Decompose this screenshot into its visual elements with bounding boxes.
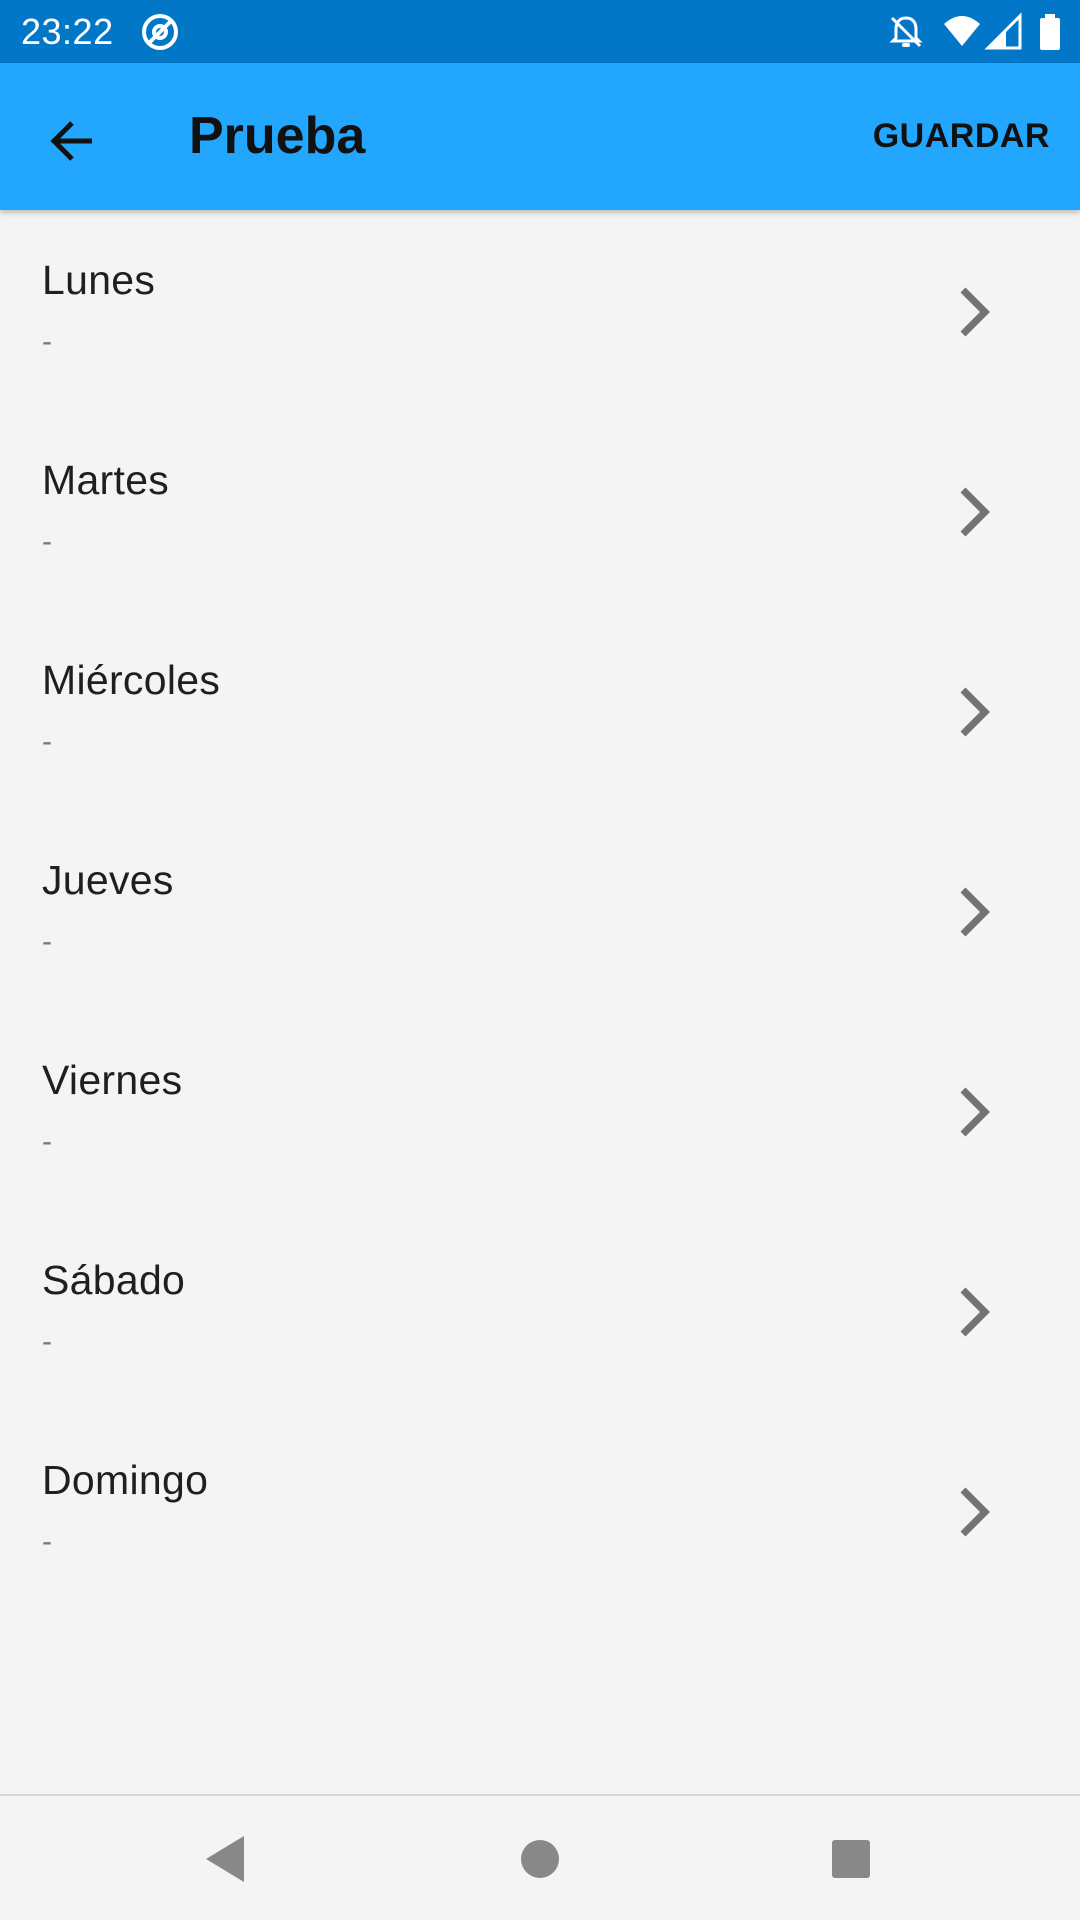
list-item-domingo[interactable]: Domingo - xyxy=(0,1410,1080,1610)
list-item-miercoles[interactable]: Miércoles - xyxy=(0,610,1080,810)
list-item-martes[interactable]: Martes - xyxy=(0,410,1080,610)
chevron-right-icon xyxy=(960,1487,990,1537)
list-item-lunes[interactable]: Lunes - xyxy=(0,210,1080,410)
day-name: Viernes xyxy=(42,1057,183,1103)
day-value: - xyxy=(42,325,52,358)
chevron-right-icon xyxy=(960,287,990,337)
list-item-jueves[interactable]: Jueves - xyxy=(0,810,1080,1010)
day-value: - xyxy=(42,1525,52,1558)
back-button[interactable] xyxy=(30,99,114,183)
page-title: Prueba xyxy=(189,107,366,165)
arrow-back-icon xyxy=(50,121,92,161)
navigation-bar xyxy=(0,1794,1080,1920)
chevron-right-icon xyxy=(960,687,990,737)
wifi-icon xyxy=(944,16,980,46)
list-item-sabado[interactable]: Sábado - xyxy=(0,1210,1080,1410)
list-item-viernes[interactable]: Viernes - xyxy=(0,1010,1080,1210)
back-triangle-icon xyxy=(206,1836,244,1882)
nav-recents-button[interactable] xyxy=(816,1824,886,1894)
app-bar: Prueba GUARDAR xyxy=(0,63,1080,210)
day-name: Martes xyxy=(42,457,170,503)
status-time: 23:22 xyxy=(21,11,114,52)
battery-icon xyxy=(1040,14,1060,50)
screen: 23:22 Prueba GUARDAR Lunes - Martes - Mi… xyxy=(0,0,1080,1920)
nav-home-button[interactable] xyxy=(505,1824,575,1894)
day-value: - xyxy=(42,1125,52,1158)
cell-signal-icon xyxy=(984,12,1022,50)
day-value: - xyxy=(42,925,52,958)
day-value: - xyxy=(42,725,52,758)
nav-back-button[interactable] xyxy=(190,1824,260,1894)
day-name: Lunes xyxy=(42,257,156,303)
day-value: - xyxy=(42,525,52,558)
notifications-off-icon xyxy=(889,16,923,48)
chevron-right-icon xyxy=(960,487,990,537)
day-value: - xyxy=(42,1325,52,1358)
day-list: Lunes - Martes - Miércoles - Jueves - Vi… xyxy=(0,210,1080,1610)
day-name: Miércoles xyxy=(42,657,221,703)
home-circle-icon xyxy=(521,1840,559,1878)
chevron-right-icon xyxy=(960,1287,990,1337)
at-sign-icon xyxy=(142,14,178,50)
chevron-right-icon xyxy=(960,887,990,937)
chevron-right-icon xyxy=(960,1087,990,1137)
day-name: Jueves xyxy=(42,857,174,903)
save-button[interactable]: GUARDAR xyxy=(873,115,1050,157)
recents-square-icon xyxy=(832,1840,870,1878)
day-name: Sábado xyxy=(42,1257,186,1303)
status-bar: 23:22 xyxy=(0,0,1080,63)
day-name: Domingo xyxy=(42,1457,209,1503)
